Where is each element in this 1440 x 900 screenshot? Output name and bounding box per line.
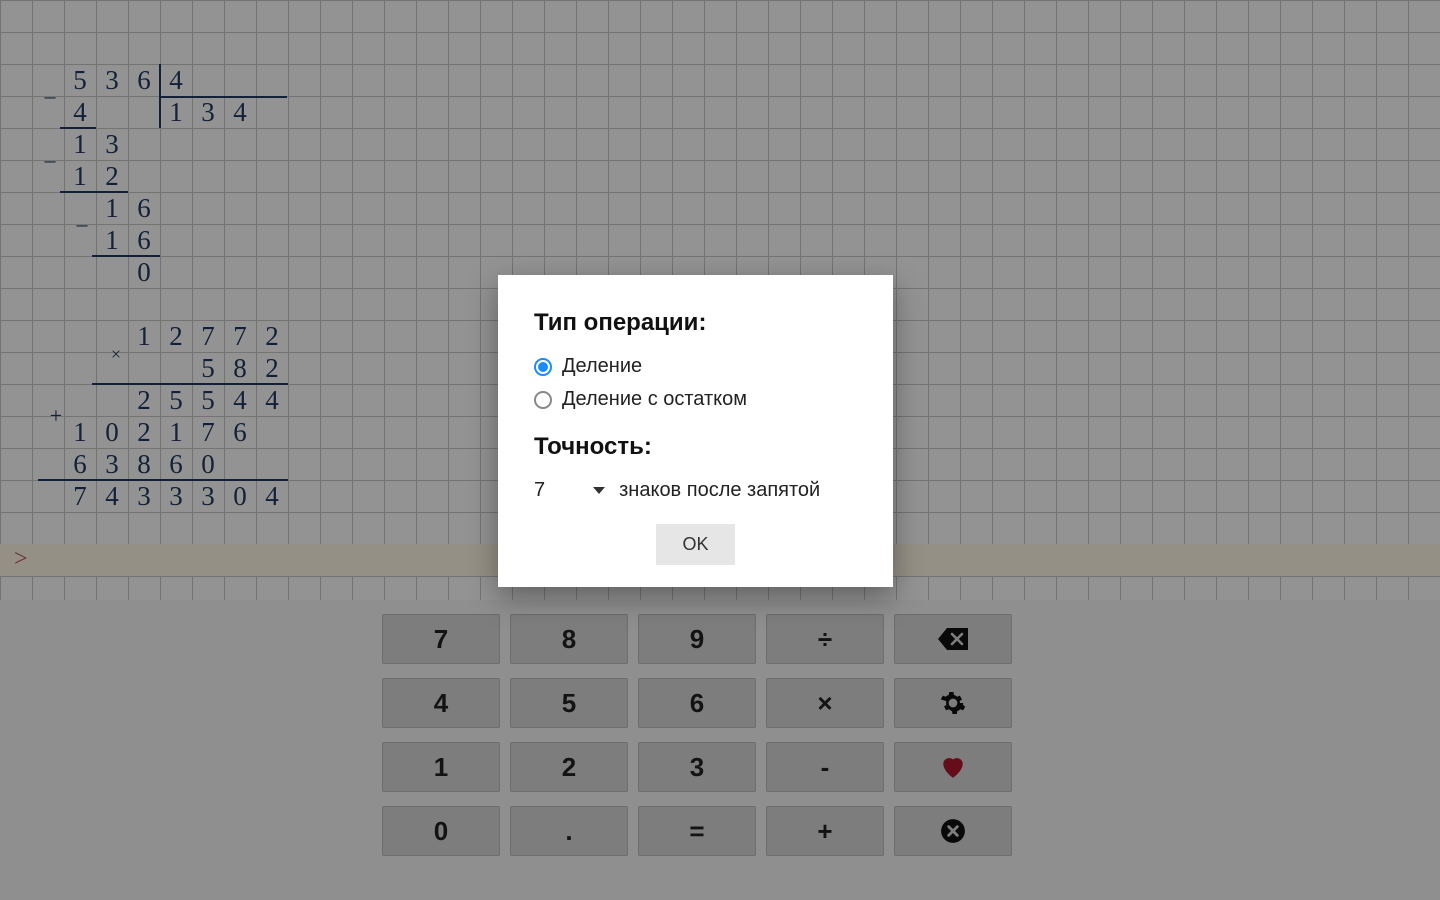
radio-label: Деление xyxy=(562,355,642,378)
ok-button[interactable]: OK xyxy=(656,524,734,565)
dialog-title: Тип операции: xyxy=(534,309,857,337)
precision-suffix: знаков после запятой xyxy=(619,479,820,502)
radio-icon xyxy=(534,391,552,409)
radio-icon xyxy=(534,358,552,376)
radio-label: Деление с остатком xyxy=(562,388,747,411)
radio-option-division[interactable]: Деление xyxy=(534,355,857,378)
precision-title: Точность: xyxy=(534,433,857,461)
chevron-down-icon xyxy=(593,487,605,494)
operation-type-dialog: Тип операции: Деление Деление с остатком… xyxy=(498,275,893,587)
precision-value: 7 xyxy=(534,479,545,502)
precision-select[interactable]: 7 xyxy=(534,479,605,502)
radio-option-division-remainder[interactable]: Деление с остатком xyxy=(534,388,857,411)
